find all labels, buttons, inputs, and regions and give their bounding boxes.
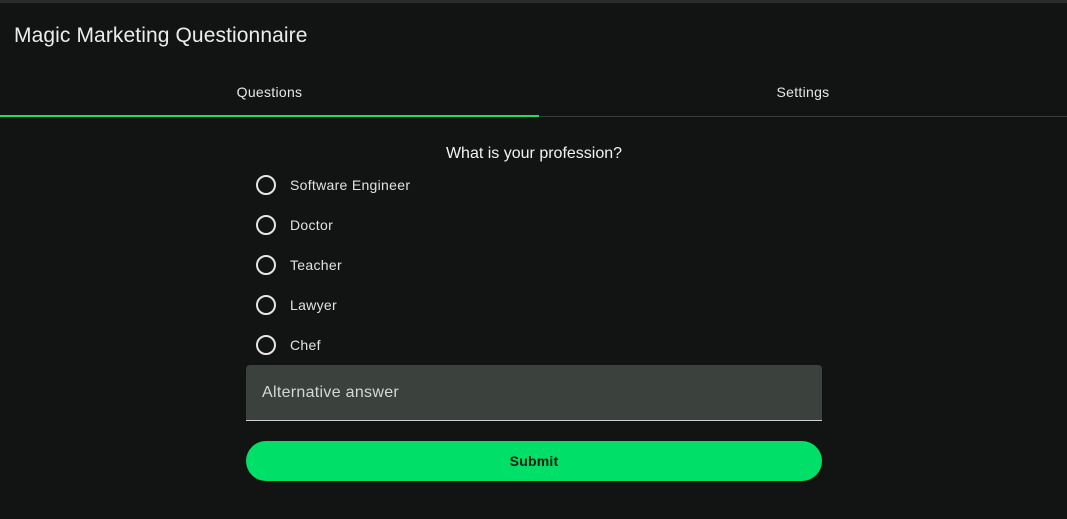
tab-settings-label: Settings bbox=[776, 84, 830, 100]
question-text: What is your profession? bbox=[445, 145, 623, 162]
option-doctor[interactable]: Doctor bbox=[255, 205, 555, 245]
alternative-answer-input[interactable] bbox=[246, 365, 822, 420]
option-label: Doctor bbox=[290, 217, 334, 233]
window-top-border bbox=[0, 0, 1067, 3]
option-label: Teacher bbox=[290, 257, 342, 273]
radio-unchecked-icon[interactable] bbox=[256, 295, 276, 315]
alternative-answer-field bbox=[246, 365, 822, 421]
option-teacher[interactable]: Teacher bbox=[255, 245, 555, 285]
submit-button[interactable]: Submit bbox=[246, 441, 822, 481]
tab-settings[interactable]: Settings bbox=[539, 68, 1067, 116]
radio-unchecked-icon[interactable] bbox=[256, 255, 276, 275]
app-title: Magic Marketing Questionnaire bbox=[14, 24, 308, 47]
option-label: Chef bbox=[290, 337, 321, 353]
active-tab-indicator bbox=[0, 115, 539, 117]
option-label: Software Engineer bbox=[290, 177, 411, 193]
option-lawyer[interactable]: Lawyer bbox=[255, 285, 555, 325]
radio-unchecked-icon[interactable] bbox=[256, 215, 276, 235]
tab-bar: Questions Settings bbox=[0, 68, 1067, 117]
radio-unchecked-icon[interactable] bbox=[256, 175, 276, 195]
option-label: Lawyer bbox=[290, 297, 337, 313]
radio-unchecked-icon[interactable] bbox=[256, 335, 276, 355]
option-software-engineer[interactable]: Software Engineer bbox=[255, 165, 555, 205]
option-chef[interactable]: Chef bbox=[255, 325, 555, 365]
tab-questions[interactable]: Questions bbox=[0, 68, 539, 116]
tab-questions-label: Questions bbox=[236, 84, 303, 100]
